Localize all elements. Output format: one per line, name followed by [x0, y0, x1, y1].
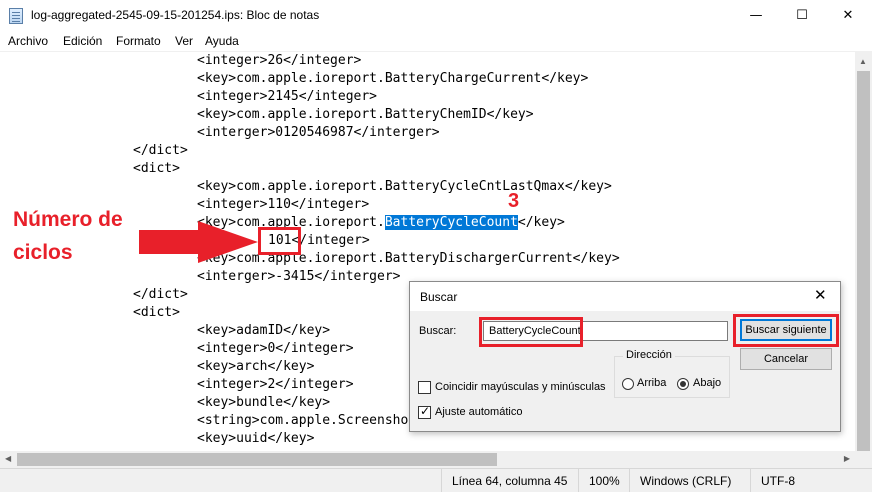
status-eol: Windows (CRLF)	[629, 469, 750, 492]
match-case-label: Coincidir mayúsculas y minúsculas	[435, 381, 606, 393]
code-line: <key>com.apple.ioreport.BatteryChargeCur…	[197, 71, 589, 86]
annotation-box-search-input	[479, 317, 583, 347]
code-line: <integer>2</integer>	[197, 377, 354, 392]
annotation-arrow-head-icon	[198, 221, 258, 263]
code-line: <key>adamID</key>	[197, 323, 331, 338]
code-line: <key>bundle</key>	[197, 395, 331, 410]
code-line: </dict>	[133, 287, 188, 302]
code-line: <interger>0120546987</interger>	[197, 125, 440, 140]
annotation-label-line2: ciclos	[13, 241, 73, 264]
status-position: Línea 64, columna 45	[441, 469, 573, 492]
code-line: <dict>	[133, 161, 180, 176]
match-case-checkbox[interactable]	[418, 381, 431, 394]
minimize-icon[interactable]: —	[733, 0, 779, 31]
vertical-scroll-thumb[interactable]	[857, 71, 870, 461]
code-segment: </key>	[517, 215, 565, 230]
wrap-around-checkbox[interactable]	[418, 404, 431, 419]
code-line: <key>arch</key>	[197, 359, 315, 374]
scroll-up-icon[interactable]: ▲	[859, 57, 867, 66]
annotation-number-3: 3	[508, 190, 520, 212]
direction-up-radio[interactable]	[622, 378, 634, 390]
find-dialog: Buscar ✕ Buscar: BatteryCycleCount Busca…	[409, 281, 841, 432]
status-zoom: 100%	[578, 469, 629, 492]
menu-archivo[interactable]: Archivo	[8, 34, 48, 48]
annotation-box-find-next	[733, 314, 839, 347]
code-line: <integer>2145</integer>	[197, 89, 378, 104]
code-line: </dict>	[133, 143, 188, 158]
maximize-icon[interactable]: ☐	[779, 0, 825, 31]
notepad-app-icon	[9, 8, 23, 24]
wrap-around-label: Ajuste automático	[435, 406, 523, 418]
code-line: <key>com.apple.ioreport.BatteryChemID</k…	[197, 107, 534, 122]
find-dialog-titlebar: Buscar ✕	[410, 282, 840, 311]
cancel-button[interactable]: Cancelar	[740, 348, 832, 370]
close-icon[interactable]: ✕	[825, 0, 871, 31]
direction-down-label: Abajo	[693, 377, 722, 389]
direction-up-label: Arriba	[637, 377, 667, 389]
code-segment: </integer>	[291, 233, 370, 248]
code-line: <integer>0</integer>	[197, 341, 354, 356]
code-line: <key>uuid</key>	[197, 431, 315, 446]
status-bar: Línea 64, columna 45 100% Windows (CRLF)…	[0, 468, 872, 492]
menu-bar: Archivo Edición Formato Ver Ayuda	[0, 31, 872, 51]
code-line: <interger>-3415</interger>	[197, 269, 401, 284]
direction-down-radio[interactable]	[677, 378, 689, 390]
direction-title: Dirección	[623, 349, 675, 361]
horizontal-scrollbar[interactable]: ◀ ▶	[0, 451, 855, 468]
code-line: <integer>110</integer>	[197, 197, 370, 212]
scroll-left-icon[interactable]: ◀	[5, 454, 11, 463]
search-match-highlight: BatteryCycleCount	[384, 215, 518, 230]
code-line: <dict>	[133, 305, 180, 320]
code-line: <key>com.apple.ioreport.BatteryCycleCntL…	[197, 179, 612, 194]
title-bar: log-aggregated-2545-09-15-201254.ips: Bl…	[0, 0, 872, 31]
code-line: <string>com.apple.Screensho	[197, 413, 409, 428]
menu-ayuda[interactable]: Ayuda	[205, 34, 239, 48]
menu-ver[interactable]: Ver	[175, 34, 193, 48]
direction-group: Dirección Arriba Abajo	[614, 349, 730, 398]
scroll-right-icon[interactable]: ▶	[844, 454, 850, 463]
annotation-label-line1: Número de	[13, 208, 123, 231]
scrollbar-corner	[855, 451, 872, 468]
find-dialog-title: Buscar	[420, 290, 458, 304]
menu-formato[interactable]: Formato	[116, 34, 161, 48]
vertical-scrollbar[interactable]: ▲	[855, 51, 872, 461]
menu-edicion[interactable]: Edición	[63, 34, 102, 48]
search-label: Buscar:	[419, 325, 457, 337]
status-encoding: UTF-8	[750, 469, 872, 492]
code-line: <integer>26</integer>	[197, 53, 362, 68]
horizontal-scroll-thumb[interactable]	[17, 453, 497, 466]
annotation-box-value	[258, 227, 301, 255]
window-title: log-aggregated-2545-09-15-201254.ips: Bl…	[31, 8, 320, 22]
annotation-arrow-shaft	[139, 230, 204, 254]
close-icon[interactable]: ✕	[814, 286, 827, 304]
